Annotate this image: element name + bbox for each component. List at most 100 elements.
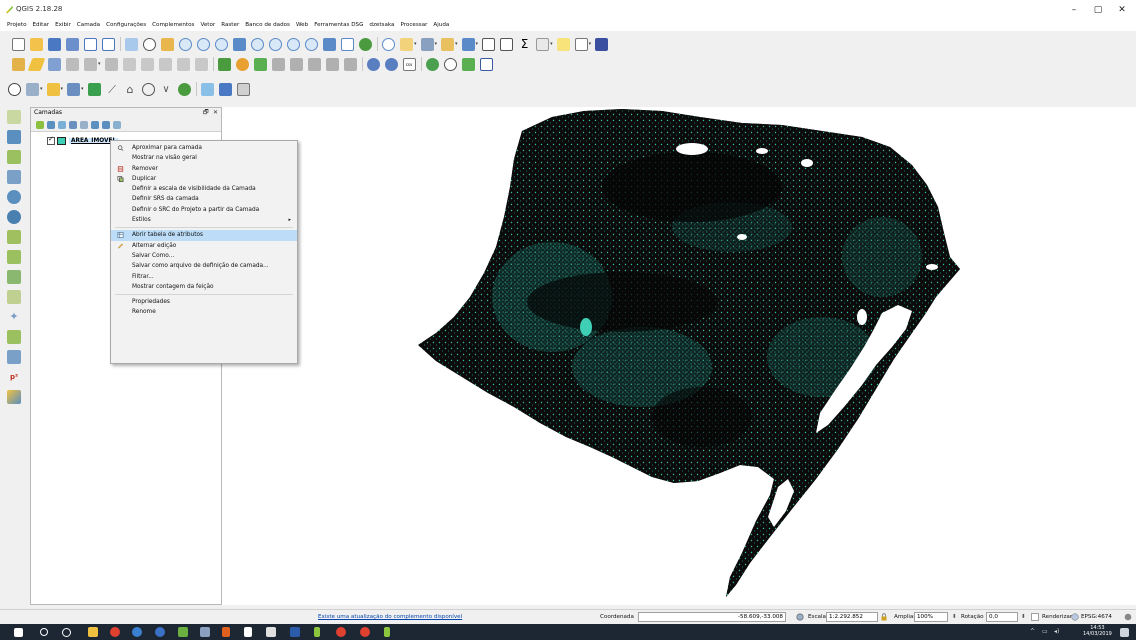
raster-calc-icon[interactable] <box>461 57 475 71</box>
add-postgis-layer-icon[interactable] <box>7 150 21 164</box>
menu-ferramentas-dsg[interactable]: Ferramentas DSG <box>314 19 363 31</box>
filter-legend-icon[interactable] <box>69 120 77 129</box>
sum-icon[interactable]: Σ <box>518 37 531 51</box>
save-as-icon[interactable] <box>66 37 79 51</box>
remove-layer-icon[interactable] <box>113 120 121 129</box>
document-icon[interactable] <box>244 627 252 637</box>
label-tool-icon[interactable] <box>217 57 231 71</box>
house-icon[interactable]: ⌂ <box>124 83 137 96</box>
menu-item-set-project-crs[interactable]: Definir o SRC do Projeto a partir da Cam… <box>111 205 297 215</box>
menu-item-open-attribute-table[interactable]: Abrir tabela de atributos <box>111 230 297 241</box>
chevron-down-icon[interactable]: ▾ <box>98 61 101 67</box>
add-feature-icon[interactable] <box>66 57 79 71</box>
windows-start-icon[interactable] <box>14 628 23 637</box>
close-button[interactable]: ✕ <box>1112 4 1132 16</box>
menu-complementos[interactable]: Complementos <box>152 19 194 31</box>
menu-raster[interactable]: Raster <box>221 19 239 31</box>
chevron-down-icon[interactable]: ▾ <box>455 41 458 47</box>
profile-tool-icon[interactable] <box>479 57 493 71</box>
menu-item-save-as[interactable]: Salvar Como... <box>111 251 297 261</box>
add-wcs-layer-icon[interactable] <box>7 210 21 224</box>
rotation-field[interactable]: 0,0 <box>986 612 1018 622</box>
show-hide-labels-icon[interactable] <box>325 57 339 71</box>
refresh-icon[interactable] <box>359 37 372 51</box>
rotate-tool-icon[interactable] <box>443 57 457 71</box>
crs-label[interactable]: EPSG:4674 <box>1081 614 1112 620</box>
delete-selected-icon[interactable] <box>122 57 136 71</box>
notes-icon[interactable] <box>266 627 276 637</box>
zoom-last-icon[interactable] <box>287 37 300 51</box>
change-label-icon[interactable] <box>307 57 321 71</box>
move-label-icon[interactable] <box>271 57 285 71</box>
qgis-active-icon[interactable] <box>384 627 390 637</box>
globe-icon[interactable] <box>177 82 191 96</box>
chrome-icon[interactable] <box>360 627 370 637</box>
chevron-down-icon[interactable]: ▾ <box>81 86 84 92</box>
lock-icon[interactable] <box>880 613 888 621</box>
cut-features-icon[interactable] <box>140 57 154 71</box>
coordinate-field[interactable]: -58.609,-33.008 <box>638 612 786 622</box>
search-icon[interactable] <box>8 82 21 96</box>
menu-projeto[interactable]: Projeto <box>7 19 27 31</box>
new-project-icon[interactable] <box>12 37 25 51</box>
zoom-to-layer-icon[interactable] <box>269 37 282 51</box>
attribute-table-icon[interactable] <box>482 37 496 51</box>
chevron-down-icon[interactable]: ▾ <box>589 41 592 47</box>
highlight-labels-icon[interactable] <box>253 57 267 71</box>
copy-features-icon[interactable] <box>158 57 172 71</box>
circle-tool-icon[interactable] <box>141 82 155 96</box>
new-print-composer-icon[interactable] <box>84 37 97 51</box>
csv-import-icon[interactable]: csv <box>402 57 416 71</box>
maximize-button[interactable]: ▢ <box>1088 4 1108 16</box>
cortana-icon[interactable] <box>62 628 71 637</box>
measure-line-icon[interactable] <box>7 390 21 404</box>
tray-chevron-icon[interactable]: ^ <box>1030 628 1035 635</box>
plugin-update-link[interactable]: Existe uma atualização do complemento di… <box>318 614 462 620</box>
scale-field[interactable]: 1:2.292.852 <box>826 612 878 622</box>
toggle-editing-icon[interactable] <box>27 57 46 71</box>
qgis-taskbar-icon[interactable] <box>314 627 320 637</box>
app-icon[interactable] <box>222 627 230 637</box>
statistics-icon[interactable] <box>500 37 514 51</box>
rotation-spin-icon[interactable]: ⬍ <box>1021 614 1026 620</box>
database-icon[interactable] <box>67 82 81 96</box>
render-checkbox[interactable] <box>1031 613 1039 621</box>
line-tool-icon[interactable]: ⟋ <box>106 83 119 96</box>
menu-item-zoom-to-layer[interactable]: Aproximar para camada <box>111 143 297 153</box>
coordinate-capture-icon[interactable] <box>366 57 380 71</box>
add-spatialite-layer-icon[interactable] <box>7 170 21 184</box>
profile-chart-icon[interactable] <box>236 82 250 96</box>
undo-icon[interactable] <box>194 57 208 71</box>
search-icon[interactable] <box>40 628 48 636</box>
word-icon[interactable] <box>290 627 300 637</box>
add-delimited-text-icon[interactable] <box>7 250 21 264</box>
python-console-icon[interactable]: p² <box>7 370 21 384</box>
add-wfs-layer-icon[interactable] <box>7 230 21 244</box>
add-wms-layer-icon[interactable] <box>7 190 21 204</box>
float-panel-button[interactable]: 🗗 <box>203 108 209 118</box>
zoom-in-icon[interactable] <box>179 37 192 51</box>
skype-icon[interactable] <box>132 627 142 637</box>
add-vector-layer-icon[interactable] <box>7 110 21 124</box>
collapse-all-icon[interactable] <box>102 120 110 129</box>
text-annotation-icon[interactable] <box>574 37 588 51</box>
taskbar-clock[interactable]: 14:53 14/03/2019 <box>1083 625 1112 637</box>
gis-app-icon[interactable] <box>200 627 210 637</box>
georeferencer-icon[interactable] <box>384 57 398 71</box>
measure-icon[interactable] <box>536 37 550 51</box>
map-tips-icon[interactable] <box>556 37 570 51</box>
map-canvas[interactable] <box>222 107 1136 605</box>
deselect-icon[interactable] <box>441 37 455 51</box>
browser-icon[interactable] <box>155 627 165 637</box>
raster-tool-icon[interactable] <box>218 82 232 96</box>
volume-icon[interactable]: ◂) <box>1054 628 1059 635</box>
extent-toggle-icon[interactable] <box>796 613 804 621</box>
current-edits-icon[interactable] <box>12 57 25 71</box>
paste-features-icon[interactable] <box>176 57 190 71</box>
new-spatialite-icon[interactable] <box>7 330 21 344</box>
pan-icon[interactable] <box>143 37 156 51</box>
new-map-view-icon[interactable] <box>323 37 336 51</box>
layer-style-icon[interactable] <box>46 82 60 96</box>
menu-item-remove[interactable]: Remover <box>111 164 297 174</box>
menu-item-show-feature-count[interactable]: Mostrar contagem da feição <box>111 282 297 292</box>
